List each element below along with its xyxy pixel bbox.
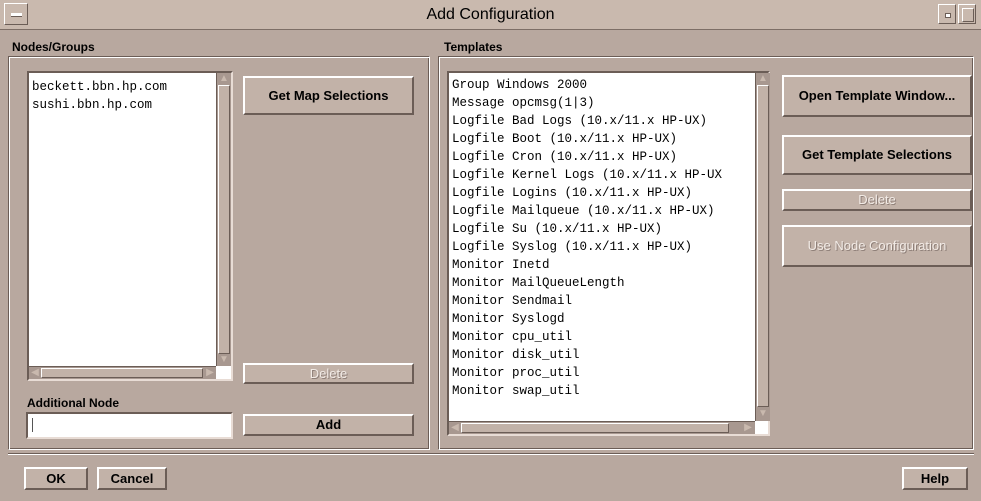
use-node-configuration-button[interactable]: Use Node Configuration — [782, 225, 972, 267]
window-title: Add Configuration — [426, 6, 555, 23]
scroll-up-icon[interactable]: ▲ — [218, 74, 230, 84]
list-item[interactable]: Logfile Syslog (10.x/11.x HP-UX) — [449, 238, 768, 256]
maximize-icon — [962, 8, 974, 22]
list-item[interactable]: Group Windows 2000 — [449, 76, 768, 94]
templates-vertical-scroll-thumb[interactable] — [757, 85, 769, 407]
list-item[interactable]: Logfile Mailqueue (10.x/11.x HP-UX) — [449, 202, 768, 220]
nodes-delete-button[interactable]: Delete — [243, 363, 414, 384]
scroll-down-icon[interactable]: ▼ — [218, 355, 230, 365]
templates-list[interactable]: Group Windows 2000 Message opcmsg(1|3) L… — [447, 71, 770, 436]
scroll-left-icon[interactable]: ◀ — [450, 423, 460, 433]
additional-node-input[interactable] — [26, 412, 233, 439]
list-item[interactable]: beckett.bbn.hp.com — [29, 78, 231, 96]
help-button[interactable]: Help — [902, 467, 968, 490]
nodes-list[interactable]: beckett.bbn.hp.com sushi.bbn.hp.com — [27, 71, 233, 381]
open-template-window-button[interactable]: Open Template Window... — [782, 75, 972, 117]
minimize-icon — [945, 13, 951, 18]
get-map-selections-button[interactable]: Get Map Selections — [243, 76, 414, 115]
list-item[interactable]: Logfile Bad Logs (10.x/11.x HP-UX) — [449, 112, 768, 130]
list-item[interactable]: Monitor Inetd — [449, 256, 768, 274]
list-item[interactable]: Logfile Cron (10.x/11.x HP-UX) — [449, 148, 768, 166]
scroll-right-icon[interactable]: ▶ — [743, 423, 753, 433]
list-item[interactable]: Monitor swap_util — [449, 382, 768, 400]
templates-horizontal-scroll-thumb[interactable] — [461, 423, 729, 433]
ok-button[interactable]: OK — [24, 467, 88, 490]
nodes-groups-label: Nodes/Groups — [12, 40, 95, 54]
maximize-button[interactable] — [958, 4, 976, 24]
scroll-left-icon[interactable]: ◀ — [30, 368, 40, 378]
nodes-vertical-scroll-thumb[interactable] — [218, 85, 230, 354]
nodes-horizontal-scroll-thumb[interactable] — [41, 368, 203, 378]
list-item[interactable]: Logfile Logins (10.x/11.x HP-UX) — [449, 184, 768, 202]
list-item[interactable]: Monitor disk_util — [449, 346, 768, 364]
list-item[interactable]: sushi.bbn.hp.com — [29, 96, 231, 114]
scroll-up-icon[interactable]: ▲ — [757, 74, 769, 84]
scroll-right-icon[interactable]: ▶ — [205, 368, 215, 378]
list-item[interactable]: Monitor proc_util — [449, 364, 768, 382]
text-caret — [32, 418, 33, 432]
list-item[interactable]: Logfile Su (10.x/11.x HP-UX) — [449, 220, 768, 238]
scroll-down-icon[interactable]: ▼ — [757, 409, 769, 419]
templates-vertical-scrollbar[interactable]: ▲ ▼ — [755, 73, 770, 421]
list-item[interactable]: Message opcmsg(1|3) — [449, 94, 768, 112]
get-template-selections-button[interactable]: Get Template Selections — [782, 135, 972, 175]
additional-node-label: Additional Node — [27, 396, 119, 410]
nodes-vertical-scrollbar[interactable]: ▲ ▼ — [216, 73, 231, 366]
footer-separator — [8, 453, 974, 455]
templates-label: Templates — [444, 40, 503, 54]
list-item[interactable]: Logfile Kernel Logs (10.x/11.x HP-UX — [449, 166, 768, 184]
list-item[interactable]: Monitor MailQueueLength — [449, 274, 768, 292]
templates-horizontal-scrollbar[interactable]: ◀ ▶ — [449, 421, 755, 434]
templates-delete-button[interactable]: Delete — [782, 189, 972, 211]
list-item[interactable]: Monitor cpu_util — [449, 328, 768, 346]
cancel-button[interactable]: Cancel — [97, 467, 167, 490]
list-item[interactable]: Monitor Sendmail — [449, 292, 768, 310]
nodes-horizontal-scrollbar[interactable]: ◀ ▶ — [29, 366, 216, 379]
list-item[interactable]: Monitor Syslogd — [449, 310, 768, 328]
add-button[interactable]: Add — [243, 414, 414, 436]
minimize-button[interactable] — [938, 4, 956, 24]
list-item[interactable]: Logfile Boot (10.x/11.x HP-UX) — [449, 130, 768, 148]
